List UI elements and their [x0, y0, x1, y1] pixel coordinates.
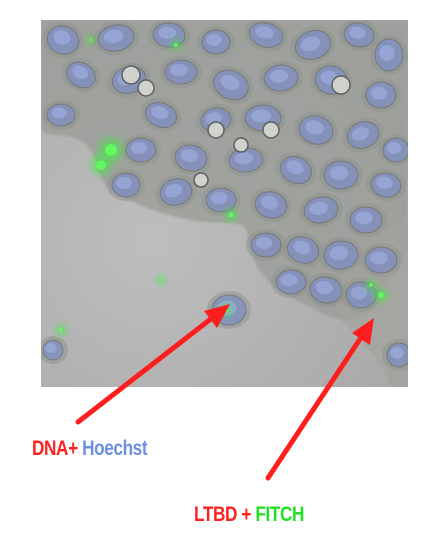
label-fitch-part: FITCH — [255, 503, 305, 526]
label-hoechst-part: Hoechst — [82, 437, 148, 460]
label-ltbd-part: LTBD — [194, 503, 237, 526]
label-dna-hoechst: DNA+ Hoechst — [32, 437, 148, 461]
label-dna-part: DNA+ — [32, 437, 78, 460]
label-ltbd-fitch: LTBD + FITCH — [194, 503, 304, 527]
arrow-to-green-spot — [265, 318, 374, 481]
label-plus-part: + — [241, 503, 252, 526]
arrow-to-isolated-cell — [75, 304, 230, 425]
